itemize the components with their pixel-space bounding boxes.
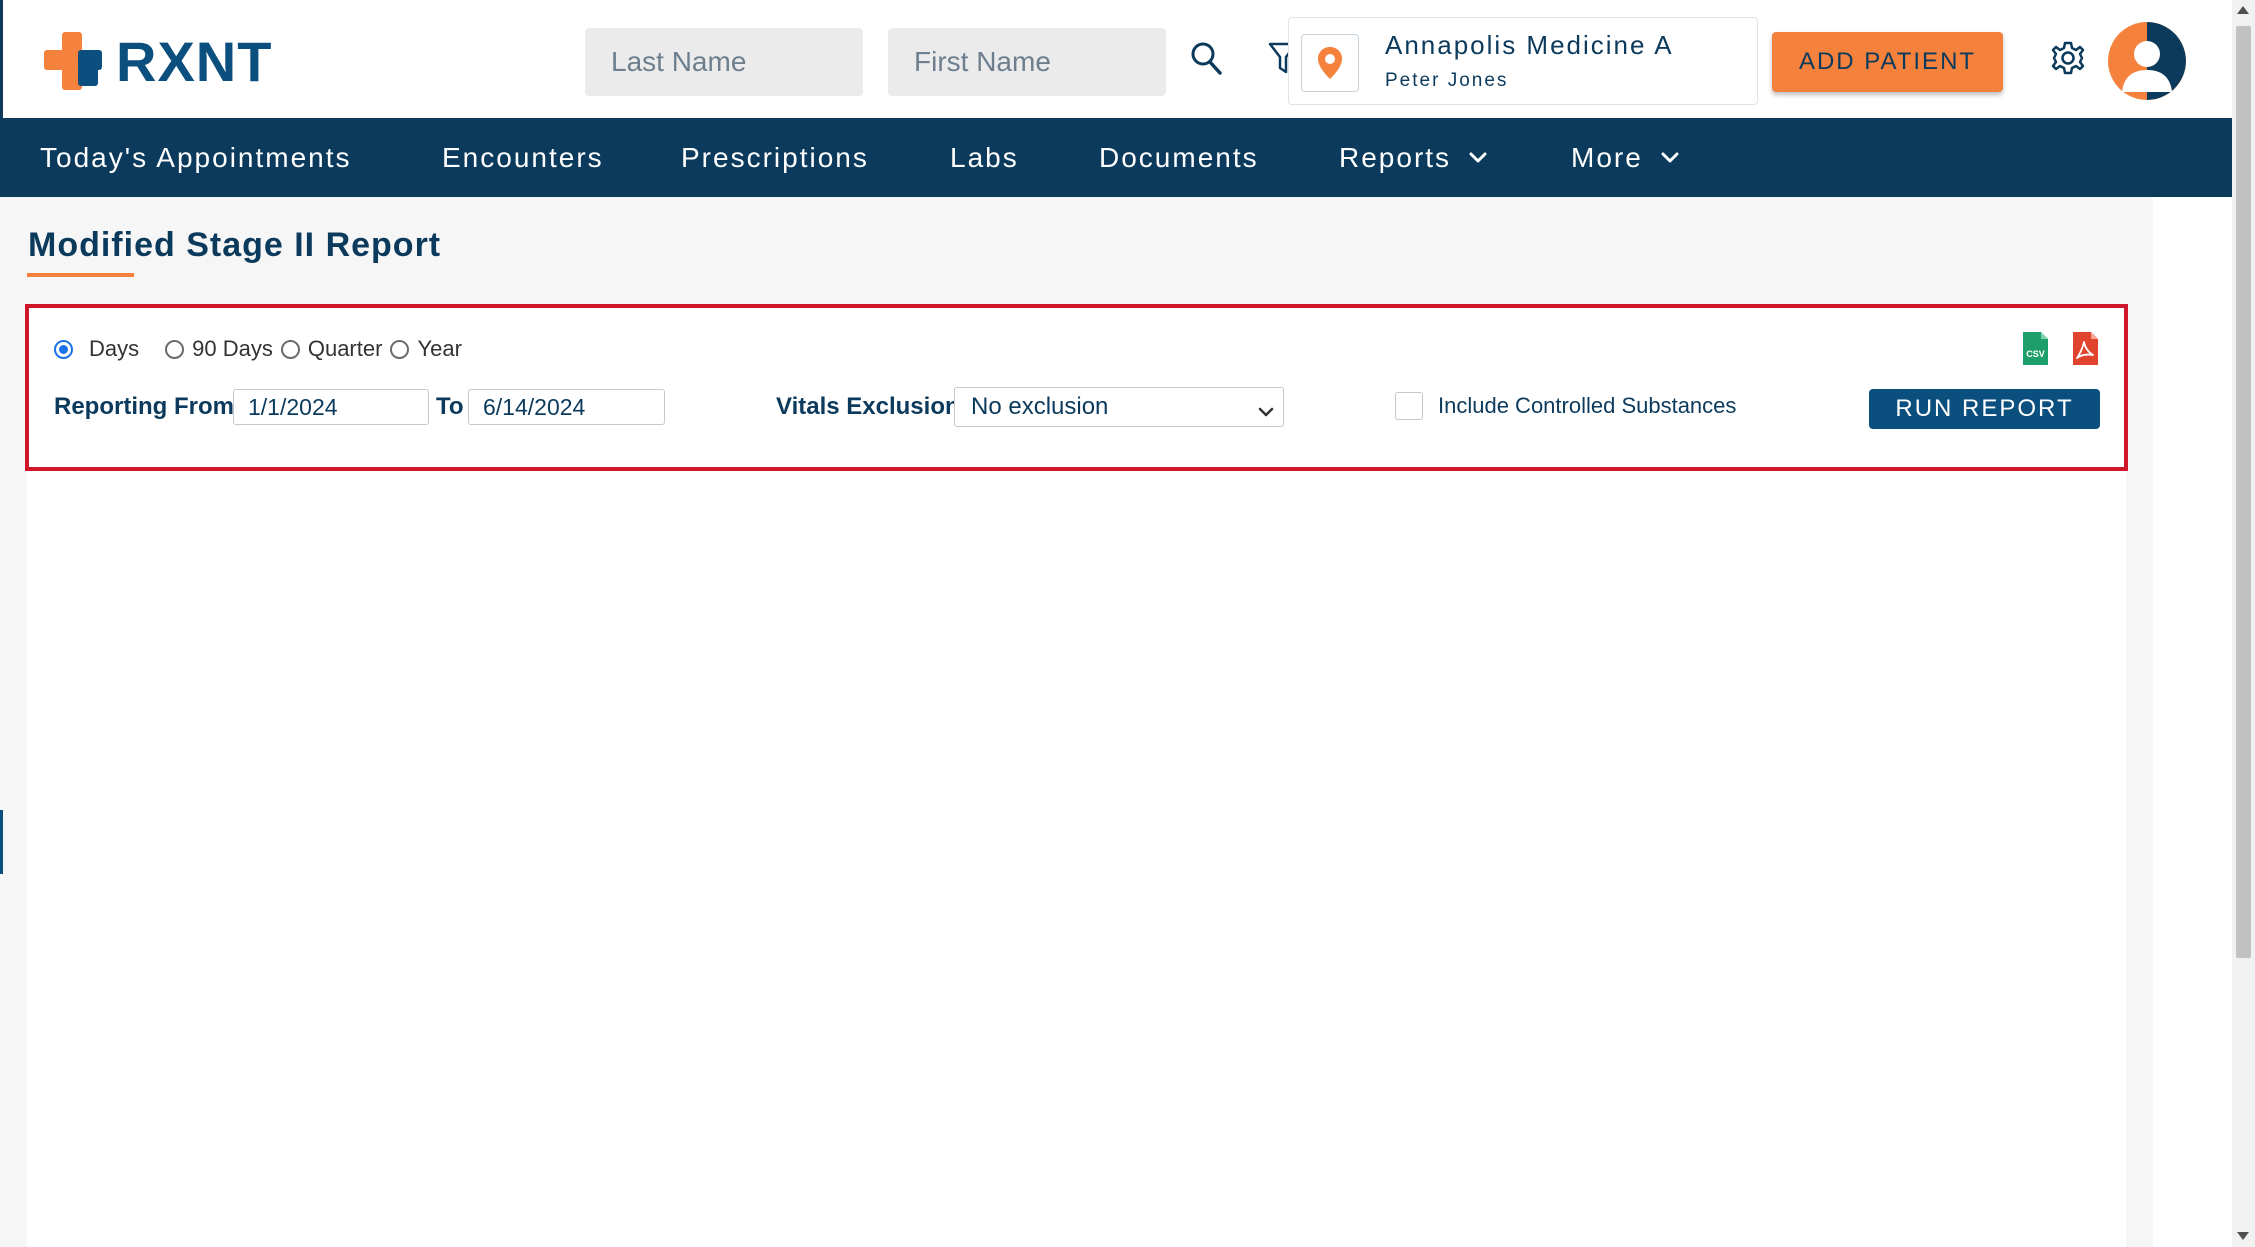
to-label: To: [436, 393, 464, 420]
vitals-exclusion-value: No exclusion: [971, 393, 1109, 420]
nav-label: Encounters: [442, 141, 604, 173]
nav-label: Today's Appointments: [40, 141, 352, 173]
nav-label: Documents: [1099, 141, 1259, 173]
nav-label: Reports: [1339, 141, 1452, 173]
nav-labs[interactable]: Labs: [950, 118, 1019, 197]
main-nav: Today's Appointments Encounters Prescrip…: [0, 118, 2232, 197]
chevron-down-icon: [1257, 398, 1275, 426]
radio-90-days[interactable]: [165, 339, 185, 359]
scroll-down-arrow-icon[interactable]: [2237, 1232, 2249, 1240]
nav-prescriptions[interactable]: Prescriptions: [681, 118, 869, 197]
add-patient-button[interactable]: ADD PATIENT: [1772, 32, 2003, 92]
side-indicator: [0, 810, 3, 874]
run-report-button[interactable]: RUN REPORT: [1869, 389, 2100, 429]
nav-todays-appointments[interactable]: Today's Appointments: [40, 118, 352, 197]
radio-quarter[interactable]: [280, 339, 300, 359]
app-header: RXNT Annapolis Medicine A Peter Jones AD…: [0, 0, 2232, 118]
nav-label: More: [1571, 141, 1643, 173]
from-date-input[interactable]: [233, 389, 429, 425]
location-user: Peter Jones: [1385, 70, 1509, 91]
scroll-up-arrow-icon[interactable]: [2237, 6, 2249, 14]
scrollbar-thumb[interactable]: [2236, 26, 2251, 958]
reporting-from-label: Reporting From: [54, 393, 234, 420]
gear-icon[interactable]: [2048, 38, 2088, 78]
logo-cross-icon: [42, 30, 104, 92]
nav-more[interactable]: More: [1571, 118, 1679, 197]
title-underline: [27, 273, 134, 277]
nav-documents[interactable]: Documents: [1099, 118, 1259, 197]
radio-year-label: Year: [417, 336, 462, 361]
chevron-down-icon: [1661, 152, 1679, 164]
radio-quarter-label: Quarter: [307, 336, 383, 361]
radio-year[interactable]: [390, 339, 410, 359]
vitals-exclusion-select[interactable]: No exclusion: [954, 387, 1284, 427]
logo-text: RXNT: [116, 29, 273, 93]
vitals-exclusion-label: Vitals Exclusion: [776, 393, 960, 420]
radio-days-label: Days: [89, 336, 140, 361]
page-title: Modified Stage II Report: [28, 226, 442, 264]
radio-90-days-label: 90 Days: [192, 336, 273, 361]
search-icon[interactable]: [1186, 36, 1226, 80]
period-radio-group: Days 90 Days Quarter Year: [54, 334, 462, 364]
avatar[interactable]: [2108, 22, 2186, 100]
nav-label: Labs: [950, 141, 1019, 173]
nav-label: Prescriptions: [681, 141, 869, 173]
to-date-input[interactable]: [468, 389, 665, 425]
radio-days[interactable]: [54, 339, 73, 359]
window-edge: [0, 0, 3, 118]
location-name: Annapolis Medicine A: [1385, 30, 1674, 60]
csv-export-icon[interactable]: CSV: [2021, 330, 2050, 367]
nav-encounters[interactable]: Encounters: [442, 118, 604, 197]
include-controlled-checkbox[interactable]: [1395, 392, 1423, 420]
csv-icon-text: CSV: [2026, 349, 2045, 359]
last-name-input[interactable]: [585, 28, 863, 96]
rxnt-logo[interactable]: RXNT: [42, 29, 273, 93]
location-pin-icon: [1301, 34, 1359, 92]
pdf-export-icon[interactable]: [2071, 330, 2100, 367]
location-selector[interactable]: Annapolis Medicine A Peter Jones: [1288, 17, 1758, 105]
include-controlled-label: Include Controlled Substances: [1438, 393, 1737, 418]
chevron-down-icon: [1469, 152, 1487, 164]
first-name-input[interactable]: [888, 28, 1166, 96]
nav-reports[interactable]: Reports: [1339, 118, 1487, 197]
